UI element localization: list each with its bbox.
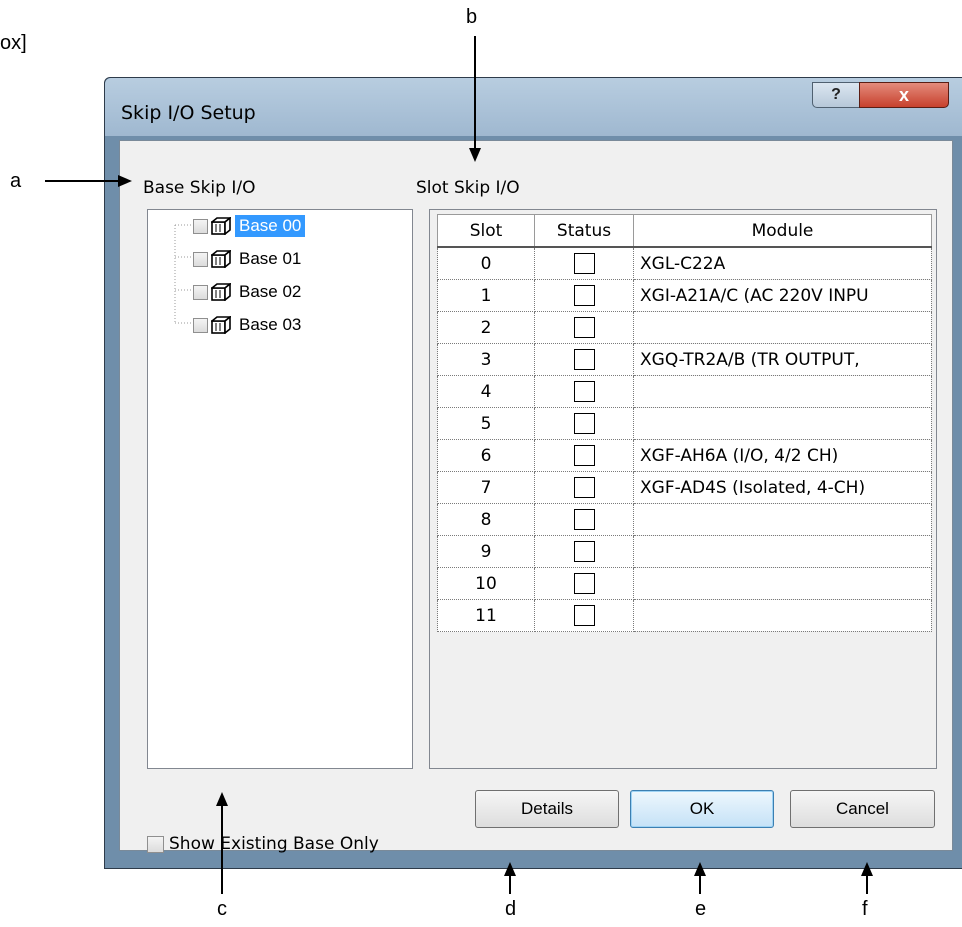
callout-arrows [45,36,873,894]
